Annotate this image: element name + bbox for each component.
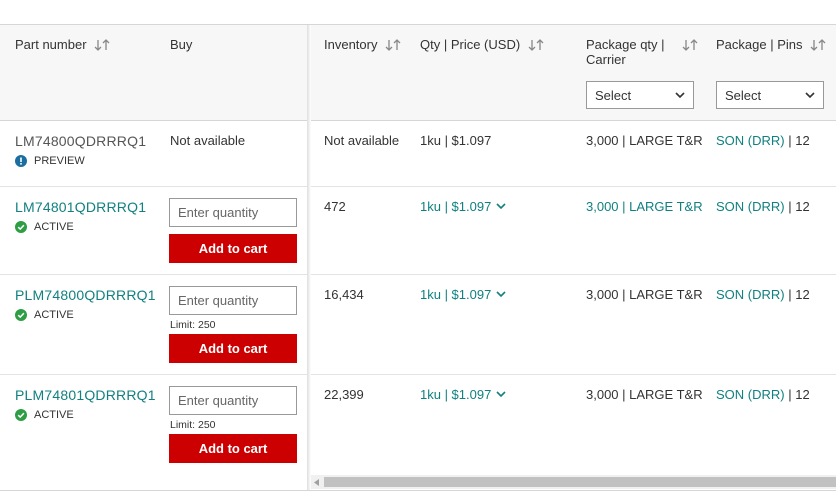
chevron-down-icon [675,91,685,98]
package-qty-select[interactable]: Select [586,81,694,109]
add-to-cart-button[interactable]: Add to cart [169,334,297,363]
inventory-value: 22,399 [324,387,364,402]
scrollbar-thumb[interactable] [324,477,836,487]
table-row: 472 1ku | $1.097 3,000 | LARGE T&R SON (… [311,187,836,275]
price-value: 1ku | $1.097 [420,133,492,148]
status-badge: ACTIVE [15,309,74,321]
order-limit: Limit: 250 [170,319,216,331]
check-circle-icon [15,221,27,233]
order-limit: Limit: 250 [170,419,216,431]
frozen-columns: Part number Buy LM74800QDRRRQ1 PREVIEW N… [0,25,307,490]
sort-arrows-icon[interactable] [94,39,110,51]
package-pins-value: SON (DRR) | 12 [716,199,810,214]
header-qty-price[interactable]: Qty | Price (USD) [420,37,544,52]
scroll-left-icon[interactable] [314,479,320,486]
table-row: LM74800QDRRRQ1 PREVIEW Not available [0,121,307,187]
horizontal-scrollbar[interactable] [311,475,836,489]
quantity-input[interactable] [169,286,297,315]
sort-arrows-icon[interactable] [528,39,544,51]
package-qty-value: 3,000 | LARGE T&R [586,387,703,402]
package-link[interactable]: SON (DRR) [716,287,785,302]
exclamation-circle-icon [15,155,27,167]
quantity-input[interactable] [169,198,297,227]
part-number-link[interactable]: PLM74800QDRRRQ1 [15,287,156,303]
chevron-down-icon [496,203,506,210]
package-qty-value: 3,000 | LARGE T&R [586,287,703,302]
inventory-value: Not available [324,133,400,148]
chevron-down-icon [496,291,506,298]
status-badge: ACTIVE [15,221,74,233]
price-dropdown[interactable]: 1ku | $1.097 [420,199,506,214]
frozen-header: Part number Buy [0,25,307,121]
header-part-number[interactable]: Part number [15,37,110,52]
check-circle-icon [15,409,27,421]
part-number: LM74800QDRRRQ1 [15,133,147,149]
package-link[interactable]: SON (DRR) [716,133,785,148]
status-badge: PREVIEW [15,155,85,167]
table-row: PLM74801QDRRRQ1 ACTIVE Limit: 250 Add to… [0,375,307,475]
chevron-down-icon [805,91,815,98]
price-dropdown[interactable]: 1ku | $1.097 [420,387,506,402]
header-inventory[interactable]: Inventory [324,37,401,52]
package-link[interactable]: SON (DRR) [716,387,785,402]
add-to-cart-button[interactable]: Add to cart [169,234,297,263]
package-qty-link[interactable]: 3,000 | LARGE T&R [586,199,703,214]
table-row: PLM74800QDRRRQ1 ACTIVE Limit: 250 Add to… [0,275,307,375]
table-row: 16,434 1ku | $1.097 3,000 | LARGE T&R SO… [311,275,836,375]
package-pins-value: SON (DRR) | 12 [716,387,810,402]
sort-arrows-icon[interactable] [385,39,401,51]
package-pins-value: SON (DRR) | 12 [716,287,810,302]
inventory-value: 472 [324,199,346,214]
add-to-cart-button[interactable]: Add to cart [169,434,297,463]
chevron-down-icon [496,391,506,398]
inventory-value: 16,434 [324,287,364,302]
package-pins-value: SON (DRR) | 12 [716,133,810,148]
package-pins-select[interactable]: Select [716,81,824,109]
buy-not-available: Not available [170,133,246,148]
header-package-qty[interactable]: Package qty | Carrier [586,37,701,67]
table-row: Not available 1ku | $1.097 3,000 | LARGE… [311,121,836,187]
header-buy: Buy [170,37,193,52]
part-number-link[interactable]: PLM74801QDRRRQ1 [15,387,156,403]
table-row: LM74801QDRRRQ1 ACTIVE Add to cart [0,187,307,275]
package-qty-value: 3,000 | LARGE T&R [586,133,703,148]
scroll-header: Inventory Qty | Price (USD) Package qty … [311,25,836,121]
part-number-link[interactable]: LM74801QDRRRQ1 [15,199,146,215]
check-circle-icon [15,309,27,321]
sort-arrows-icon[interactable] [810,39,826,51]
price-dropdown[interactable]: 1ku | $1.097 [420,287,506,302]
quantity-input[interactable] [169,386,297,415]
scrollable-columns: Inventory Qty | Price (USD) Package qty … [311,25,836,490]
header-package-pins[interactable]: Package | Pins [716,37,826,52]
package-link[interactable]: SON (DRR) [716,199,785,214]
status-badge: ACTIVE [15,409,74,421]
table-row: 22,399 1ku | $1.097 3,000 | LARGE T&R SO… [311,375,836,475]
table-bottom-border [0,490,836,491]
sort-arrows-icon[interactable] [682,39,698,51]
